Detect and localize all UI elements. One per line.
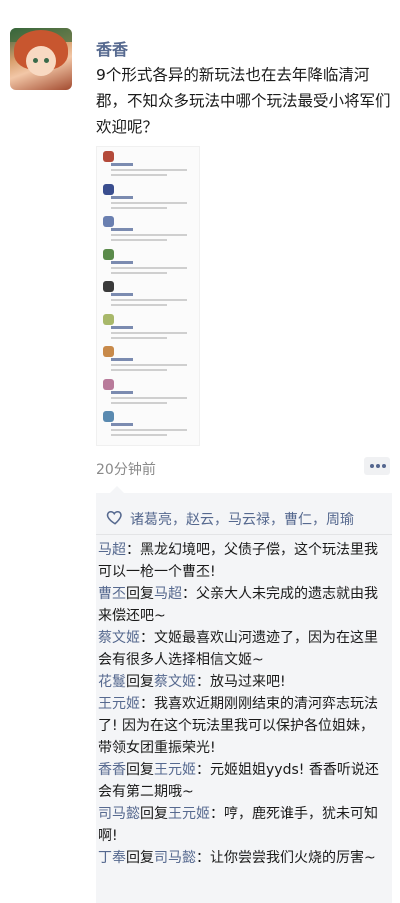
thumbnail-title-line xyxy=(111,228,133,231)
thumbnail-row xyxy=(101,346,197,376)
comment-text: 让你尝尝我们火烧的厉害~ xyxy=(210,850,376,866)
thumbnail-text-line xyxy=(111,299,187,301)
comment-reply-target[interactable]: 王元姬 xyxy=(168,806,210,822)
comment-author[interactable]: 丁奉 xyxy=(98,850,126,866)
post-username[interactable]: 香香 xyxy=(96,36,128,60)
thumbnail-text-line xyxy=(111,169,187,171)
thumbnail-text-line xyxy=(111,174,167,176)
thumbnail-title-line xyxy=(111,195,133,199)
comment-author[interactable]: 蔡文姬 xyxy=(98,630,140,646)
thumbnail-text-line xyxy=(111,401,167,404)
thumbnail-row xyxy=(101,183,197,214)
comment-item[interactable]: 丁奉回复司马懿：让你尝尝我们火烧的厉害~ xyxy=(98,847,388,869)
reply-word: 回复 xyxy=(140,806,168,822)
comment-item[interactable]: 马超：黑龙幻境吧，父债子偿，这个玩法里我可以一枪一个曹丕! xyxy=(98,539,388,583)
thumbnail-text-line xyxy=(111,429,187,431)
thumbnail-text-line xyxy=(111,234,187,236)
thumbnail-row xyxy=(101,248,197,279)
comment-text: 放马过来吧! xyxy=(210,674,286,690)
comment-author[interactable]: 司马懿 xyxy=(98,806,140,822)
comment-colon: ： xyxy=(196,674,210,690)
comment-reply-target[interactable]: 司马懿 xyxy=(154,850,196,866)
thumbnail-row xyxy=(101,313,197,344)
comment-colon: ： xyxy=(196,850,210,866)
thumbnail-text-line xyxy=(111,201,187,204)
thumbnail-row xyxy=(101,281,197,311)
interaction-panel: 诸葛亮，赵云，马云禄，曹仁，周瑜 马超：黑龙幻境吧，父债子偿，这个玩法里我可以一… xyxy=(96,486,392,903)
thumbnail-title-line xyxy=(111,163,133,166)
mode-icon xyxy=(103,378,114,390)
reply-word: 回复 xyxy=(126,586,154,602)
thumbnail-text-line xyxy=(111,206,167,209)
thumbnail-text-line xyxy=(111,271,167,274)
mode-icon xyxy=(103,281,114,292)
user-avatar[interactable] xyxy=(10,28,72,90)
post-image[interactable] xyxy=(96,146,200,446)
post-text: 9个形式各异的新玩法也在去年降临清河郡，不知众多玩法中哪个玩法最受小将军们欢迎呢… xyxy=(96,66,391,136)
comment-reply-target[interactable]: 蔡文姬 xyxy=(154,674,196,690)
thumbnail-title-line xyxy=(111,358,133,361)
comment-item[interactable]: 司马懿回复王元姬：哼，鹿死谁手，犹未可知啊! xyxy=(98,803,388,847)
likes-row: 诸葛亮，赵云，马云禄，曹仁，周瑜 xyxy=(106,507,386,531)
comment-colon: ： xyxy=(126,542,140,558)
dot-icon xyxy=(370,464,374,468)
thumbnail-title-line xyxy=(111,293,133,296)
comment-reply-target[interactable]: 马超 xyxy=(154,586,182,602)
comment-colon: ： xyxy=(196,762,210,778)
thumbnail-text-line xyxy=(111,331,187,334)
reply-word: 回复 xyxy=(126,674,154,690)
thumbnail-text-line xyxy=(111,364,187,366)
thumbnail-title-line xyxy=(111,325,133,329)
more-options-button[interactable] xyxy=(364,457,390,475)
heart-icon xyxy=(106,510,122,525)
comment-author[interactable]: 花鬘 xyxy=(98,674,126,690)
likes-names[interactable]: 诸葛亮，赵云，马云禄，曹仁，周瑜 xyxy=(130,509,354,529)
thumbnail-row xyxy=(101,378,197,409)
comment-item[interactable]: 曹丕回复马超：父亲大人未完成的遗志就由我来偿还吧~ xyxy=(98,583,388,627)
comment-colon: ： xyxy=(140,696,154,712)
post-time: 20分钟前 xyxy=(96,462,156,478)
comment-item[interactable]: 香香回复王元姬：元姬姐姐yyds! 香香听说还会有第二期哦~ xyxy=(98,759,388,803)
comment-author[interactable]: 王元姬 xyxy=(98,696,140,712)
thumbnail-text-line xyxy=(111,336,167,339)
mode-icon xyxy=(103,183,114,195)
thumbnail-text-line xyxy=(111,434,167,436)
comment-item[interactable]: 花鬘回复蔡文姬：放马过来吧! xyxy=(98,671,388,693)
reply-word: 回复 xyxy=(126,762,154,778)
comment-colon: ： xyxy=(210,806,224,822)
mode-icon xyxy=(103,248,114,260)
dot-icon xyxy=(376,464,380,468)
dot-icon xyxy=(382,464,386,468)
comment-item[interactable]: 蔡文姬：文姬最喜欢山河遗迹了，因为在这里会有很多人选择相信文姬~ xyxy=(98,627,388,671)
comment-author[interactable]: 香香 xyxy=(98,762,126,778)
comment-author[interactable]: 曹丕 xyxy=(98,586,126,602)
reply-word: 回复 xyxy=(126,850,154,866)
thumbnail-text-line xyxy=(111,239,167,241)
mode-icon xyxy=(103,313,114,325)
thumbnail-row xyxy=(101,151,197,181)
avatar-eye xyxy=(44,58,49,63)
mode-icon xyxy=(103,151,114,162)
avatar-face xyxy=(26,46,56,76)
mode-icon xyxy=(103,346,114,357)
mode-icon xyxy=(103,411,114,422)
thumbnail-title-line xyxy=(111,260,133,264)
comment-text: 黑龙幻境吧，父债子偿，这个玩法里我可以一枪一个曹丕! xyxy=(98,542,378,580)
thumbnail-row xyxy=(101,411,197,441)
thumbnail-row xyxy=(101,216,197,246)
thumbnail-text-line xyxy=(111,266,187,269)
divider xyxy=(96,534,392,535)
comment-author[interactable]: 马超 xyxy=(98,542,126,558)
thumbnail-title-line xyxy=(111,423,133,426)
mode-icon xyxy=(103,216,114,227)
comment-reply-target[interactable]: 王元姬 xyxy=(154,762,196,778)
comment-item[interactable]: 王元姬：我喜欢近期刚刚结束的清河弈志玩法了! 因为在这个玩法里我可以保护各位姐妹… xyxy=(98,693,388,759)
comment-colon: ： xyxy=(140,630,154,646)
thumbnail-text-line xyxy=(111,369,167,371)
avatar-eye xyxy=(33,58,38,63)
comment-colon: ： xyxy=(182,586,196,602)
thumbnail-text-line xyxy=(111,396,187,399)
thumbnail-text-line xyxy=(111,304,167,306)
thumbnail-title-line xyxy=(111,390,133,394)
